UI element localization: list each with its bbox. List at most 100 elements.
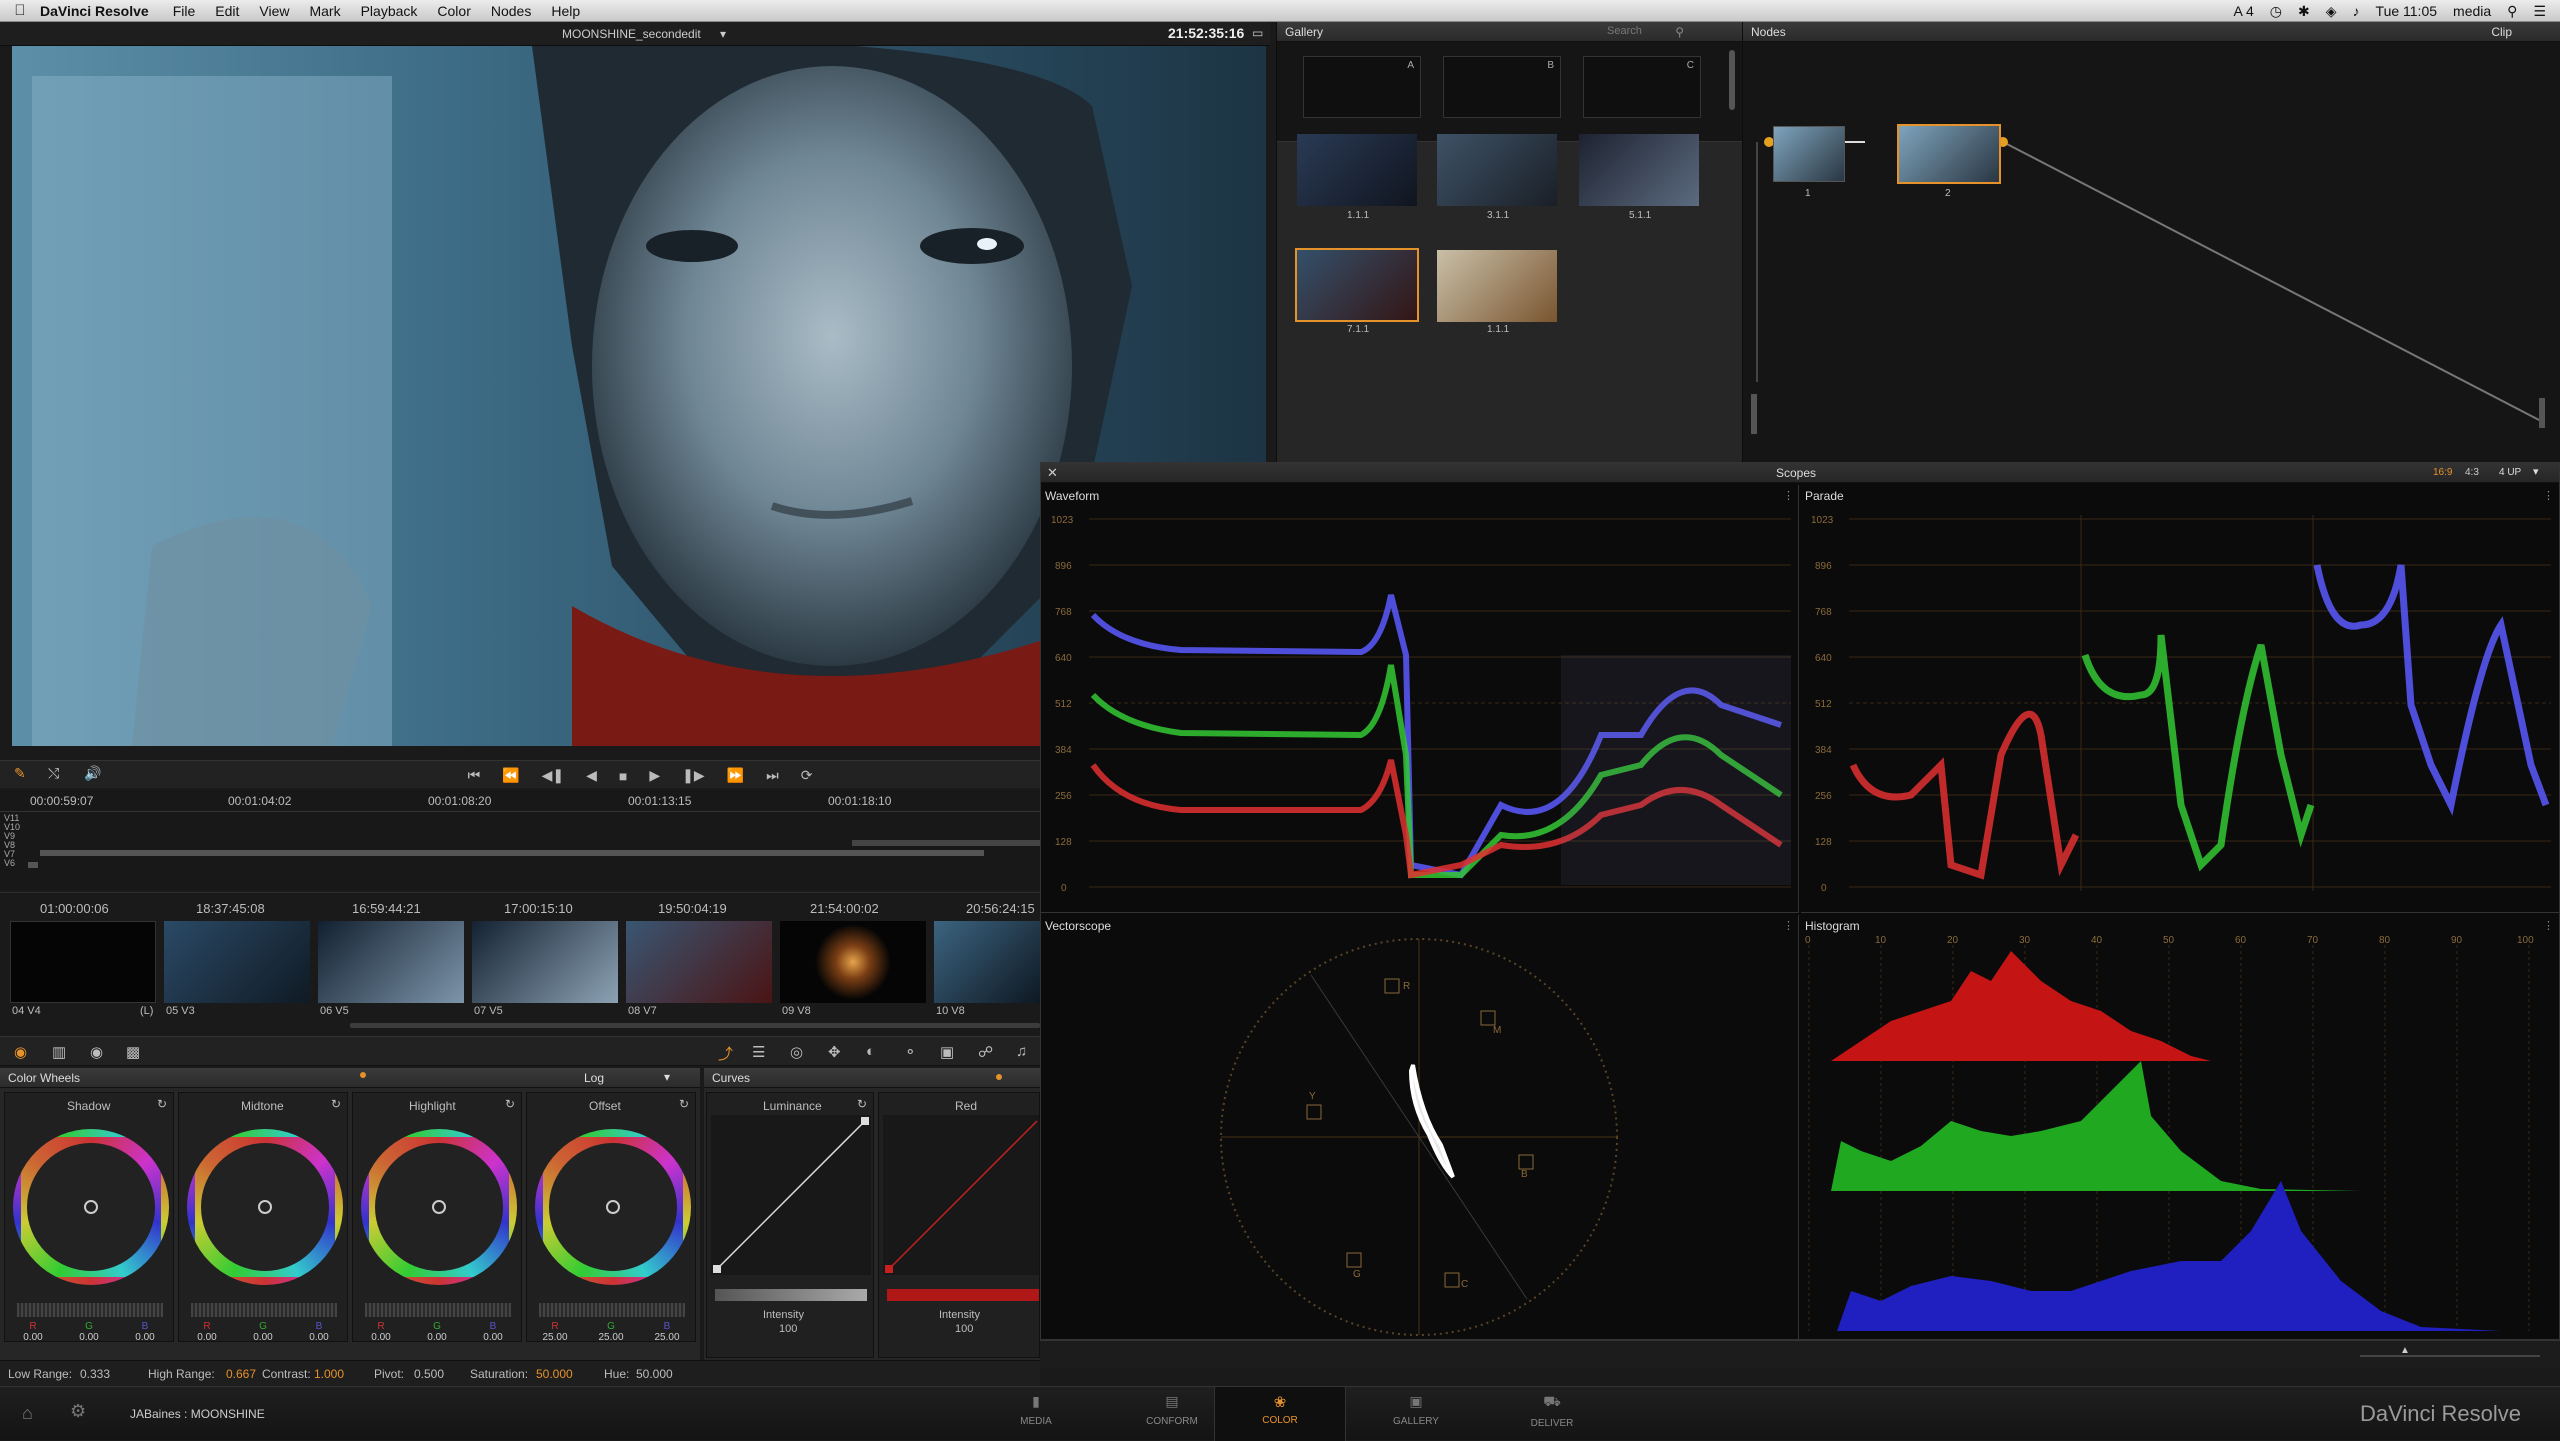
user-menu[interactable]: media (2453, 3, 2491, 19)
clip-thumbnail[interactable] (934, 921, 1040, 1003)
app-menu[interactable]: DaVinci Resolve (40, 3, 149, 19)
skip-last-icon[interactable]: ⏭ (766, 767, 779, 784)
primaries-bars-icon[interactable]: ▥ (52, 1043, 66, 1061)
next-frame-icon[interactable]: ❚▶ (682, 767, 705, 784)
r-value[interactable]: 25.00 (542, 1332, 567, 1343)
wheel-puck[interactable] (84, 1200, 98, 1214)
stereo-icon[interactable]: ☍ (978, 1043, 993, 1061)
tracker-icon[interactable]: ✥ (828, 1043, 841, 1061)
track-clip-bar[interactable] (40, 850, 984, 856)
contrast-value[interactable]: 1.000 (314, 1367, 344, 1381)
red-curve-graph[interactable] (883, 1115, 1040, 1275)
fast-forward-icon[interactable]: ⏩ (727, 767, 744, 784)
red-intensity-bar[interactable] (887, 1289, 1039, 1301)
intensity-value[interactable]: 100 (779, 1323, 797, 1335)
menu-view[interactable]: View (259, 3, 289, 19)
pivot-value[interactable]: 0.500 (414, 1367, 444, 1381)
gallery-search-input[interactable]: Search (1607, 25, 1727, 39)
aspect-4-3[interactable]: 4:3 (2465, 467, 2479, 478)
r-value[interactable]: 0.00 (371, 1332, 390, 1343)
wheel-mode-select[interactable]: Log (584, 1071, 604, 1085)
clock[interactable]: Tue 11:05 (2376, 3, 2438, 19)
aspect-16-9[interactable]: 16:9 (2433, 467, 2452, 478)
color-wheels-tab-icon[interactable]: ◉ (14, 1043, 27, 1061)
clip-thumbnail[interactable] (472, 921, 618, 1003)
r-value[interactable]: 0.00 (23, 1332, 42, 1343)
menu-file[interactable]: File (173, 3, 196, 19)
mini-timeline[interactable]: 00:00:59:07 00:01:04:02 00:01:08:20 00:0… (0, 790, 1040, 890)
node-2[interactable] (1897, 124, 2001, 184)
reset-icon[interactable]: ↻ (857, 1097, 867, 1111)
close-icon[interactable]: ✕ (1047, 465, 1058, 481)
master-wheel[interactable] (17, 1303, 163, 1317)
page-tab-gallery[interactable]: ▣ GALLERY (1356, 1387, 1476, 1441)
stop-icon[interactable]: ■ (619, 768, 627, 784)
highlight-wheel[interactable] (361, 1129, 517, 1285)
offset-wheel[interactable] (535, 1129, 691, 1285)
prev-frame-icon[interactable]: ◀❚ (542, 767, 565, 784)
menu-color[interactable]: Color (437, 3, 470, 19)
raw-icon[interactable]: ◉ (90, 1043, 103, 1061)
speaker-icon[interactable]: 🔊 (84, 765, 101, 782)
intensity-value[interactable]: 100 (955, 1323, 973, 1335)
still-thumbnail-selected[interactable] (1295, 248, 1419, 322)
camera-icon[interactable]: ▩ (126, 1043, 140, 1061)
time-machine-icon[interactable]: ◷ (2270, 3, 2282, 20)
node-graph[interactable]: 1 2 (1743, 42, 2560, 462)
gallery-scrollbar[interactable] (1729, 50, 1735, 110)
skip-first-icon[interactable]: ⏮ (468, 767, 481, 784)
adobe-icon[interactable]: A 4 (2234, 3, 2254, 19)
play-reverse-icon[interactable]: ◀ (586, 767, 597, 784)
g-value[interactable]: 0.00 (427, 1332, 446, 1343)
g-value[interactable]: 0.00 (79, 1332, 98, 1343)
menu-edit[interactable]: Edit (215, 3, 239, 19)
b-value[interactable]: 0.00 (483, 1332, 502, 1343)
low-range-value[interactable]: 0.333 (80, 1367, 110, 1381)
still-thumbnail[interactable] (1437, 250, 1557, 322)
still-thumbnail[interactable] (1437, 134, 1557, 206)
b-value[interactable]: 25.00 (654, 1332, 679, 1343)
node-scrollbar[interactable] (1751, 394, 1757, 434)
loop-icon[interactable]: ⟳ (801, 767, 813, 784)
high-range-value[interactable]: 0.667 (226, 1367, 256, 1381)
menu-mark[interactable]: Mark (309, 3, 340, 19)
g-value[interactable]: 25.00 (598, 1332, 623, 1343)
clip-thumbnail[interactable] (164, 921, 310, 1003)
qualifier-icon[interactable]: ☰ (752, 1043, 765, 1061)
luminance-curve-graph[interactable] (711, 1115, 871, 1275)
saturation-value[interactable]: 50.000 (536, 1367, 573, 1381)
play-icon[interactable]: ▶ (649, 767, 660, 784)
track-clip-bar[interactable] (852, 840, 1040, 846)
menu-nodes[interactable]: Nodes (491, 3, 531, 19)
key-icon[interactable]: ⚬ (904, 1043, 917, 1061)
clip-thumbnail[interactable] (10, 921, 156, 1003)
bluetooth-icon[interactable]: ✱ (2298, 3, 2310, 20)
scope-menu-icon[interactable]: ⋮ (1783, 489, 1794, 502)
zoom-slider-track[interactable] (2360, 1355, 2540, 1357)
scope-layout-select[interactable]: 4 UP (2499, 467, 2521, 478)
reset-icon[interactable]: ↻ (679, 1097, 689, 1111)
reset-icon[interactable]: ↻ (505, 1097, 515, 1111)
scope-menu-icon[interactable]: ⋮ (2543, 489, 2554, 502)
track-clip-bar[interactable] (28, 862, 38, 868)
chevron-down-icon[interactable]: ▾ (720, 27, 726, 41)
apple-icon[interactable]:  (0, 2, 40, 19)
zoom-slider-handle[interactable]: ▲ (2400, 1345, 2410, 1356)
still-thumbnail[interactable] (1297, 134, 1417, 206)
b-value[interactable]: 0.00 (135, 1332, 154, 1343)
blur-icon[interactable]: ◐ (866, 1043, 875, 1060)
clip-title[interactable]: MOONSHINE_secondedit (562, 27, 701, 41)
midtone-wheel[interactable] (187, 1129, 343, 1285)
page-tab-deliver[interactable]: ⛟ DELIVER (1492, 1387, 1612, 1441)
sizing-icon[interactable]: ▣ (940, 1043, 954, 1061)
hue-value[interactable]: 50.000 (636, 1367, 673, 1381)
nodes-mode[interactable]: Clip (2491, 25, 2512, 39)
audio-icon[interactable]: ♫ (1016, 1043, 1027, 1060)
wheel-puck[interactable] (432, 1200, 446, 1214)
shuffle-icon[interactable]: ⤭ (48, 765, 59, 782)
reset-icon[interactable]: ↻ (157, 1097, 167, 1111)
album-b[interactable]: B (1443, 56, 1561, 118)
luminance-intensity-bar[interactable] (715, 1289, 867, 1301)
curves-tab-icon[interactable]: ⤴ (718, 1043, 733, 1064)
viewer-options-icon[interactable]: ▭ (1252, 26, 1263, 40)
